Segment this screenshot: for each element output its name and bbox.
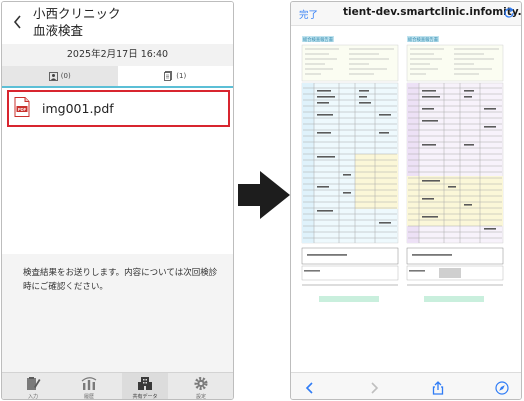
report-right: 総合検査報告書 <box>406 36 504 302</box>
tabbar-shared-data-label: 共有データ <box>132 394 158 400</box>
tab-person-label: (0) <box>60 72 71 80</box>
clinic-name: 小西クリニック <box>33 6 121 21</box>
document-icon <box>164 71 173 81</box>
pdf-viewer[interactable]: 総合検査報告書 総合検査報告書 <box>291 26 521 372</box>
tabbar-shared-data[interactable]: 共有データ <box>122 373 168 400</box>
message-panel: 検査結果をお送りします。内容については次回検診時にご確認ください。 <box>2 254 233 372</box>
tabbar-settings[interactable]: 設定 <box>178 373 224 400</box>
report-left: 総合検査報告書 <box>301 36 399 302</box>
report-title-left: 総合検査報告書 <box>303 36 334 43</box>
url-text[interactable]: tient-dev.smartclinic.infomity.jp <box>343 6 521 18</box>
reload-icon[interactable] <box>503 7 515 19</box>
report-title-right: 総合検査報告書 <box>408 36 439 43</box>
file-list-item[interactable]: PDF img001.pdf <box>7 90 230 127</box>
tab-document[interactable]: (1) <box>117 66 233 86</box>
gear-icon <box>194 377 208 390</box>
comparison-stage: 小西クリニック 血液検査 2025年2月17日 16:40 (0) (1) PD… <box>0 0 524 401</box>
compass-icon[interactable] <box>495 381 509 395</box>
tab-person[interactable]: (0) <box>2 66 118 86</box>
share-icon[interactable] <box>431 381 445 395</box>
right-arrow-icon <box>238 171 290 219</box>
tab-bar: (0) (1) <box>2 66 233 88</box>
tabbar-settings-label: 設定 <box>195 394 206 400</box>
message-text: 検査結果をお送りします。内容については次回検診時にご確認ください。 <box>23 268 218 292</box>
app-screen: 小西クリニック 血液検査 2025年2月17日 16:40 (0) (1) PD… <box>1 1 234 400</box>
back-chevron-icon[interactable] <box>13 15 22 29</box>
exam-title: 血液検査 <box>33 23 84 38</box>
lab-report-document: 総合検査報告書 総合検査報告書 <box>299 34 507 324</box>
history-icon <box>81 377 97 390</box>
tabbar-history[interactable]: 履歴 <box>66 373 112 400</box>
pdf-icon: PDF <box>14 97 30 117</box>
browser-address-bar: 完了 tient-dev.smartclinic.infomity.jp <box>291 2 521 26</box>
forward-icon[interactable] <box>367 381 381 395</box>
navigation-bar: 小西クリニック 血液検査 <box>2 2 233 42</box>
tabbar-input-label: 入力 <box>27 394 38 400</box>
input-icon <box>27 377 41 390</box>
person-icon <box>48 71 58 81</box>
bottom-tab-bar: 入力 履歴 共有データ 設定 <box>2 372 233 400</box>
tabbar-history-label: 履歴 <box>83 394 94 400</box>
browser-toolbar <box>291 372 521 399</box>
tabbar-input[interactable]: 入力 <box>10 373 56 400</box>
back-icon[interactable] <box>303 381 317 395</box>
file-name: img001.pdf <box>42 101 114 116</box>
svg-text:PDF: PDF <box>18 107 27 112</box>
date-header: 2025年2月17日 16:40 <box>2 44 233 66</box>
done-button[interactable]: 完了 <box>299 7 318 21</box>
tab-document-label: (1) <box>176 72 187 80</box>
building-icon <box>138 377 152 390</box>
browser-screen: 完了 tient-dev.smartclinic.infomity.jp 総合検… <box>290 1 522 400</box>
